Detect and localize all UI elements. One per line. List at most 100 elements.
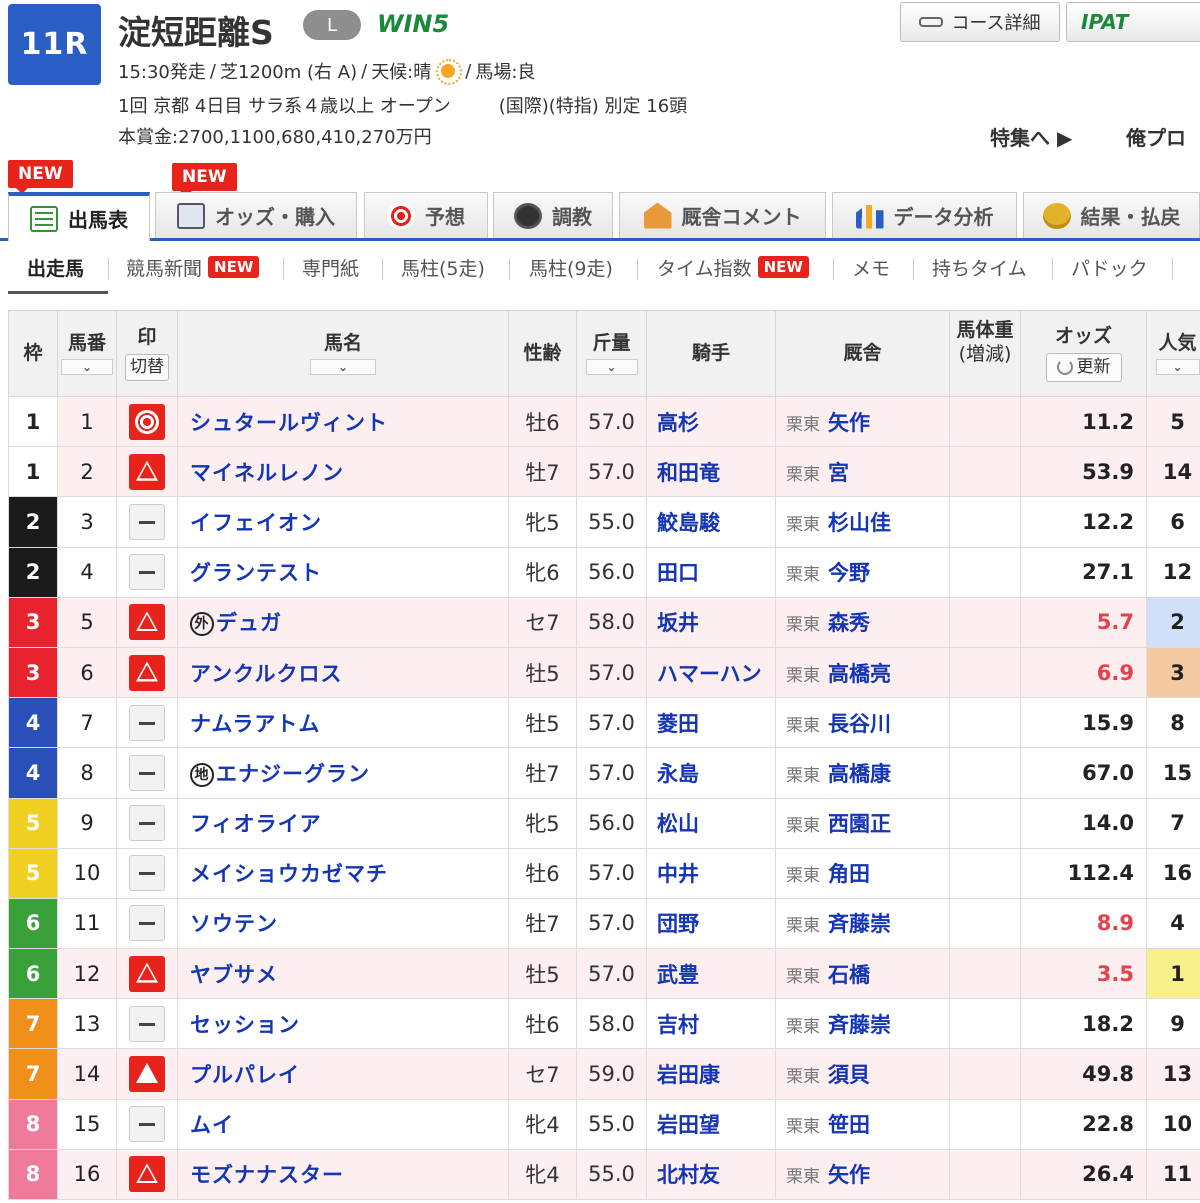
jockey-link[interactable]: 岩田康 [646, 1048, 776, 1100]
mark-cell[interactable] [116, 797, 178, 849]
win5-logo[interactable]: WIN5 [377, 10, 449, 38]
odds-cell[interactable]: 27.1 [1020, 546, 1147, 598]
odds-cell[interactable]: 12.2 [1020, 496, 1147, 548]
jockey-link[interactable]: 松山 [646, 797, 776, 849]
table-row[interactable]: 5 9 フィオライア 牝5 56.0 松山 栗東 西園正 14.0 7 [8, 797, 1200, 849]
trainer-link[interactable]: 矢作 [828, 1163, 870, 1187]
jockey-link[interactable]: 鮫島駿 [646, 496, 776, 548]
horse-name-link[interactable]: ソウテン [177, 897, 509, 950]
chevron-down-icon[interactable]: ⌄ [1155, 359, 1200, 376]
odds-update-button[interactable]: 更新 [1045, 352, 1122, 382]
table-row[interactable]: 1 2 マイネルレノン 牡7 57.0 和田竜 栗東宮 53.9 14 [8, 446, 1200, 498]
trainer-link[interactable]: 高橋康 [828, 762, 891, 786]
dash-icon[interactable] [129, 1005, 165, 1042]
table-row[interactable]: 4 7 ナムラアトム 牡5 57.0 菱田 栗東 長谷川 15.9 8 [8, 697, 1200, 749]
subtab-time-index[interactable]: タイム指数 NEW [657, 250, 809, 284]
dash-icon[interactable] [129, 855, 165, 892]
special-feature-link[interactable]: 特集へ ▶ [990, 122, 1072, 151]
tab-stable-comment[interactable]: 厩舎コメント [619, 192, 826, 238]
horse-name-link[interactable]: イフェイオン [177, 496, 509, 548]
trainer-link[interactable]: 斉藤崇 [828, 1013, 891, 1037]
trainer-link[interactable]: 宮 [828, 461, 849, 485]
mark-cell[interactable] [116, 1048, 178, 1100]
subtab-expert-paper[interactable]: 専門紙 [302, 250, 359, 284]
odds-cell[interactable]: 14.0 [1020, 797, 1147, 849]
odds-cell[interactable]: 8.9 [1020, 897, 1147, 950]
horse-name-link[interactable]: マイネルレノン [177, 446, 509, 498]
mark-cell[interactable] [116, 847, 178, 899]
header-umaban[interactable]: 馬番 ⌄ [57, 310, 117, 397]
mark-cell[interactable] [116, 395, 178, 448]
horse-name-link[interactable]: シュタールヴィント [177, 395, 509, 448]
jockey-link[interactable]: 中井 [646, 847, 776, 899]
tab-data-analysis[interactable]: データ分析 [832, 192, 1017, 238]
jockey-link[interactable]: 坂井 [646, 596, 776, 648]
horse-name-link[interactable]: プルパレイ [177, 1048, 509, 1100]
dash-icon[interactable] [129, 704, 165, 741]
tab-training[interactable]: 調教 [493, 192, 613, 238]
triangle-icon[interactable] [129, 453, 165, 490]
dash-icon[interactable] [129, 754, 165, 791]
table-row[interactable]: 7 13 セッション 牡6 58.0 吉村 栗東 斉藤崇 18.2 9 [8, 998, 1200, 1050]
mark-cell[interactable] [116, 998, 178, 1050]
mark-cell[interactable] [116, 948, 178, 1000]
horse-name-link[interactable]: アンクルクロス [177, 646, 509, 699]
horse-name-link[interactable]: フィオライア [177, 797, 509, 849]
mark-cell[interactable] [116, 1148, 178, 1201]
odds-cell[interactable]: 49.8 [1020, 1048, 1147, 1100]
jockey-link[interactable]: 田口 [646, 546, 776, 598]
dash-icon[interactable] [129, 805, 165, 842]
ipat-button[interactable]: IPAT [1066, 2, 1200, 42]
odds-cell[interactable]: 22.8 [1020, 1098, 1147, 1150]
mark-cell[interactable] [116, 646, 178, 699]
odds-cell[interactable]: 18.2 [1020, 998, 1147, 1050]
header-weight[interactable]: 斤量 ⌄ [576, 310, 647, 397]
horse-name-link[interactable]: モズナナスター [177, 1148, 509, 1201]
odds-cell[interactable]: 11.2 [1020, 395, 1147, 448]
table-row[interactable]: 2 3 イフェイオン 牝5 55.0 鮫島駿 栗東 杉山佳 12.2 6 [8, 496, 1200, 548]
double-circle-icon[interactable] [129, 403, 165, 440]
table-row[interactable]: 3 6 アンクルクロス 牡5 57.0 ハマーハン 栗東 高橋亮 6.9 3 [8, 646, 1200, 699]
tab-results-payout[interactable]: 結果・払戻 [1023, 192, 1200, 238]
dash-icon[interactable] [129, 905, 165, 942]
dash-icon[interactable] [129, 503, 165, 540]
header-popularity[interactable]: 人気 ⌄ [1146, 310, 1200, 397]
filled-triangle-icon[interactable] [129, 1056, 165, 1093]
subtab-paddock[interactable]: パドック [1071, 250, 1148, 284]
horse-name-link[interactable]: ムイ [177, 1098, 509, 1150]
mark-cell[interactable] [116, 446, 178, 498]
trainer-link[interactable]: 高橋亮 [828, 662, 891, 686]
table-row[interactable]: 4 8 地エナジーグラン 牡7 57.0 永島 栗東 高橋康 67.0 15 [8, 747, 1200, 799]
horse-name-link[interactable]: グランテスト [177, 546, 509, 598]
mark-cell[interactable] [116, 1098, 178, 1150]
triangle-icon[interactable] [129, 604, 165, 641]
odds-cell[interactable]: 15.9 [1020, 697, 1147, 749]
odds-cell[interactable]: 53.9 [1020, 446, 1147, 498]
trainer-link[interactable]: 笹田 [828, 1113, 870, 1137]
tab-odds-purchase[interactable]: オッズ・購入 [155, 192, 357, 238]
table-row[interactable]: 8 16 モズナナスター 牝4 55.0 北村友 栗東 矢作 26.4 11 [8, 1148, 1200, 1201]
trainer-link[interactable]: 石橋 [828, 963, 870, 987]
subtab-runners[interactable]: 出走馬 [27, 250, 84, 284]
tab-race-card[interactable]: 出馬表 [8, 192, 150, 241]
trainer-link[interactable]: 角田 [828, 862, 870, 886]
table-row[interactable]: 6 11 ソウテン 牡7 57.0 団野 栗東 斉藤崇 8.9 4 [8, 897, 1200, 950]
subtab-memo[interactable]: メモ [852, 250, 890, 284]
jockey-link[interactable]: 高杉 [646, 395, 776, 448]
trainer-link[interactable]: 杉山佳 [828, 511, 891, 535]
horse-name-link[interactable]: ナムラアトム [177, 697, 509, 749]
trainer-link[interactable]: 今野 [828, 561, 870, 585]
horse-name-link[interactable]: メイショウカゼマチ [177, 847, 509, 899]
mark-cell[interactable] [116, 697, 178, 749]
trainer-link[interactable]: 長谷川 [828, 712, 891, 736]
triangle-icon[interactable] [129, 1156, 165, 1193]
horse-name-link[interactable]: 地エナジーグラン [177, 747, 509, 799]
tab-prediction[interactable]: 予想 [364, 192, 488, 238]
horse-name-link[interactable]: セッション [177, 998, 509, 1050]
odds-cell[interactable]: 67.0 [1020, 747, 1147, 799]
odds-cell[interactable]: 6.9 [1020, 646, 1147, 699]
subtab-past-9[interactable]: 馬柱(9走) [529, 250, 613, 284]
jockey-link[interactable]: 北村友 [646, 1148, 776, 1201]
jockey-link[interactable]: 菱田 [646, 697, 776, 749]
chevron-down-icon[interactable]: ⌄ [310, 359, 376, 376]
